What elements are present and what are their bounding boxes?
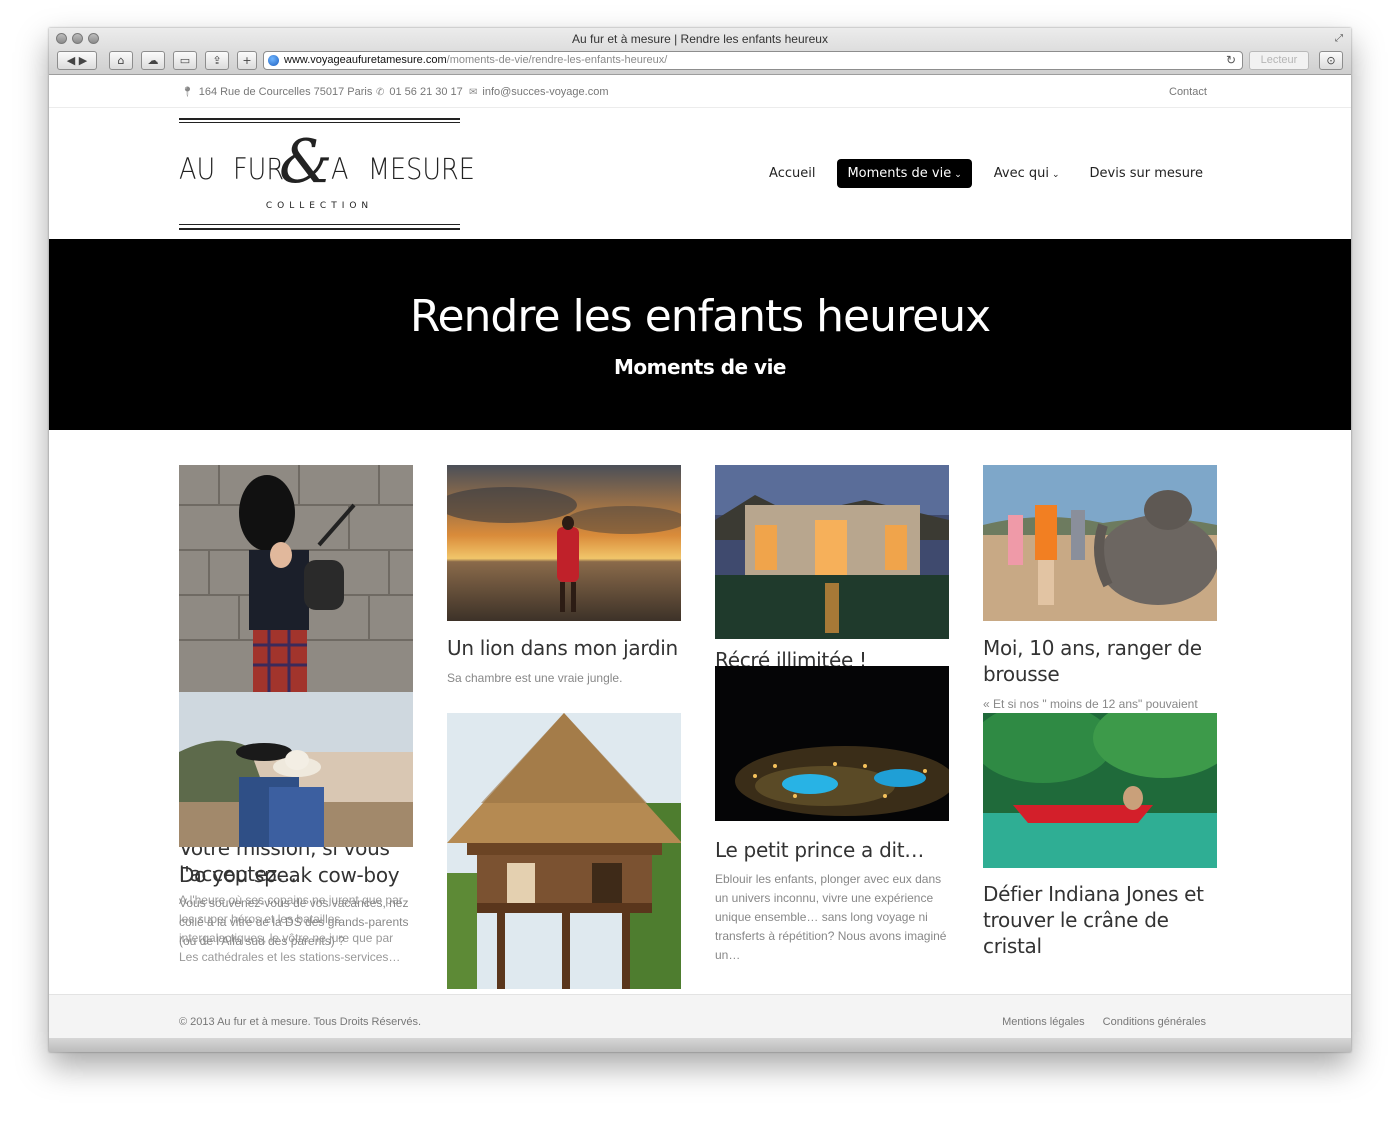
logo-rule-top xyxy=(179,118,460,120)
envelope-icon: ✉ xyxy=(469,87,478,98)
new-tab-icon[interactable]: + xyxy=(237,51,257,70)
logo-word-fur: FUR xyxy=(233,152,285,186)
address-info: 📍︎ 164 Rue de Courcelles 75017 Paris xyxy=(181,86,372,98)
fullscreen-icon[interactable]: ⤢ xyxy=(1335,33,1343,44)
share-icon[interactable]: ⇪ xyxy=(205,51,229,70)
browser-chrome: Au fur et à mesure | Rendre les enfants … xyxy=(49,28,1351,75)
article-card-lion[interactable]: Un lion dans mon jardin Sa chambre est u… xyxy=(447,465,681,695)
bagpiper-image xyxy=(179,465,413,692)
article-excerpt: « Et si nos " moins de 12 ans" pouvaient xyxy=(983,697,1198,711)
nav-item-moments-de-vie[interactable]: Moments de vie ⌄ xyxy=(837,159,972,188)
article-title[interactable]: Moi, 10 ans, ranger de brousse xyxy=(983,635,1217,687)
browser-toolbar: ◀ ▶ ⌂ ☁ ▭ ⇪ + www.voyageaufuretamesure.c… xyxy=(57,51,1345,71)
nav-item-label: Avec qui xyxy=(993,166,1049,181)
photo-bagpiper[interactable] xyxy=(179,465,413,692)
phone-text: 01 56 21 30 17 xyxy=(389,86,463,98)
logo-word-mesure: MESURE xyxy=(368,152,475,186)
url-domain: www.voyageaufuretamesure.com xyxy=(284,54,447,66)
back-forward-buttons[interactable]: ◀ ▶ xyxy=(57,51,97,70)
map-pin-icon: 📍︎ xyxy=(181,87,194,98)
logo-rule-top-thin xyxy=(179,122,460,123)
article-title[interactable]: Défier Indiana Jones et trouver le crâne… xyxy=(983,881,1217,959)
phone-info: ✆ 01 56 21 30 17 xyxy=(376,86,463,98)
site-footer: © 2013 Au fur et à mesure. Tous Droits R… xyxy=(49,994,1351,1038)
screenshot-stage: Au fur et à mesure | Rendre les enfants … xyxy=(0,0,1400,1121)
site-logo[interactable]: AU FUR & A MESURE COLLECTION xyxy=(179,118,475,231)
elephant-kids-image xyxy=(983,465,1217,621)
article-card-treehouse[interactable] xyxy=(447,713,681,989)
reload-icon[interactable]: ↻ xyxy=(1226,52,1236,69)
home-icon[interactable]: ⌂ xyxy=(109,51,133,70)
logo-ampersand: & xyxy=(279,127,333,197)
articles-grid: Votre mission, si vous l'acceptez… A l'h… xyxy=(49,430,1351,993)
pool-villa-image xyxy=(715,465,949,639)
photo-treehouse[interactable] xyxy=(447,713,681,989)
globe-icon xyxy=(268,55,279,66)
conditions-generales-link[interactable]: Conditions générales xyxy=(1103,1016,1206,1028)
logo-subtitle: COLLECTION xyxy=(265,201,374,211)
nav-item-avec-qui[interactable]: Avec qui ⌄ xyxy=(986,160,1068,187)
article-title[interactable]: Le petit prince a dit… xyxy=(715,837,949,863)
article-card-recre[interactable]: Récré illimitée ! xyxy=(715,465,949,672)
chevron-down-icon: ⌄ xyxy=(954,170,962,180)
photo-pool-villa[interactable] xyxy=(715,465,949,639)
photo-cowboy[interactable] xyxy=(179,692,413,847)
bookmarks-icon[interactable]: ▭ xyxy=(173,51,197,70)
article-card-petit-prince[interactable]: Le petit prince a dit… Eblouir les enfan… xyxy=(715,666,949,991)
browser-window: Au fur et à mesure | Rendre les enfants … xyxy=(49,28,1351,1052)
logo-word-au: AU xyxy=(179,152,216,186)
masai-sunset-image xyxy=(447,465,681,621)
downloads-icon[interactable]: ⊙ xyxy=(1319,51,1343,70)
article-card-indiana[interactable]: Défier Indiana Jones et trouver le crâne… xyxy=(983,713,1217,993)
site-header: AU FUR & A MESURE COLLECTION Accueil Mom… xyxy=(49,109,1351,240)
nav-item-accueil[interactable]: Accueil xyxy=(761,160,823,187)
article-card-ranger[interactable]: Moi, 10 ans, ranger de brousse « Et si n… xyxy=(983,465,1217,715)
logo-rule-bottom-thin xyxy=(179,224,460,225)
phone-icon: ✆ xyxy=(376,87,385,98)
top-info-bar: 📍︎ 164 Rue de Courcelles 75017 Paris ✆ 01 … xyxy=(49,76,1351,108)
contact-link[interactable]: Contact xyxy=(1169,86,1207,98)
article-excerpt: Vous souvenez-vous de vos vacances, nez … xyxy=(179,896,409,948)
chevron-down-icon: ⌄ xyxy=(1052,170,1060,180)
photo-masai[interactable] xyxy=(447,465,681,621)
page-title: Rendre les enfants heureux xyxy=(409,291,991,342)
article-excerpt: Eblouir les enfants, plonger avec eux da… xyxy=(715,872,947,962)
main-nav: Accueil Moments de vie ⌄ Avec qui ⌄ Devis … xyxy=(761,159,1211,188)
page-hero: Rendre les enfants heureux Moments de vi… xyxy=(49,239,1351,430)
page-category: Moments de vie xyxy=(613,355,787,379)
article-card-cowboy[interactable]: Do you speak cow-boy Vous souvenez-vous … xyxy=(179,692,413,992)
article-excerpt: Sa chambre est une vraie jungle. xyxy=(447,671,623,685)
photo-canoe[interactable] xyxy=(983,713,1217,868)
mentions-legales-link[interactable]: Mentions légales xyxy=(1002,1016,1085,1028)
cowboy-image xyxy=(179,692,413,847)
red-canoe-image xyxy=(983,713,1217,868)
logo-rule-bottom xyxy=(179,228,460,230)
address-bar[interactable]: www.voyageaufuretamesure.com/moments-de-… xyxy=(263,51,1243,70)
logo-word-a: A xyxy=(331,152,349,186)
photo-elephant[interactable] xyxy=(983,465,1217,621)
window-title: Au fur et à mesure | Rendre les enfants … xyxy=(572,32,828,46)
copyright-text: © 2013 Au fur et à mesure. Tous Droits R… xyxy=(179,1016,422,1028)
photo-night-resort[interactable] xyxy=(715,666,949,821)
night-resort-image xyxy=(715,666,949,821)
article-title[interactable]: Un lion dans mon jardin xyxy=(447,635,681,661)
footer-links: Mentions légales Conditions générales xyxy=(1002,1016,1206,1028)
treehouse-image xyxy=(447,713,681,989)
icloud-icon[interactable]: ☁ xyxy=(141,51,165,70)
address-text: 164 Rue de Courcelles 75017 Paris xyxy=(198,86,373,98)
article-title[interactable]: Do you speak cow-boy xyxy=(179,862,413,888)
window-bottom-edge xyxy=(49,1038,1351,1052)
nav-item-devis[interactable]: Devis sur mesure xyxy=(1082,160,1211,187)
email-info[interactable]: ✉ info@succes-voyage.com xyxy=(469,86,609,98)
reader-button[interactable]: Lecteur xyxy=(1249,51,1309,70)
url-path: /moments-de-vie/rendre-les-enfants-heure… xyxy=(446,54,668,66)
email-text[interactable]: info@succes-voyage.com xyxy=(482,86,608,98)
nav-item-label: Moments de vie xyxy=(847,166,952,181)
